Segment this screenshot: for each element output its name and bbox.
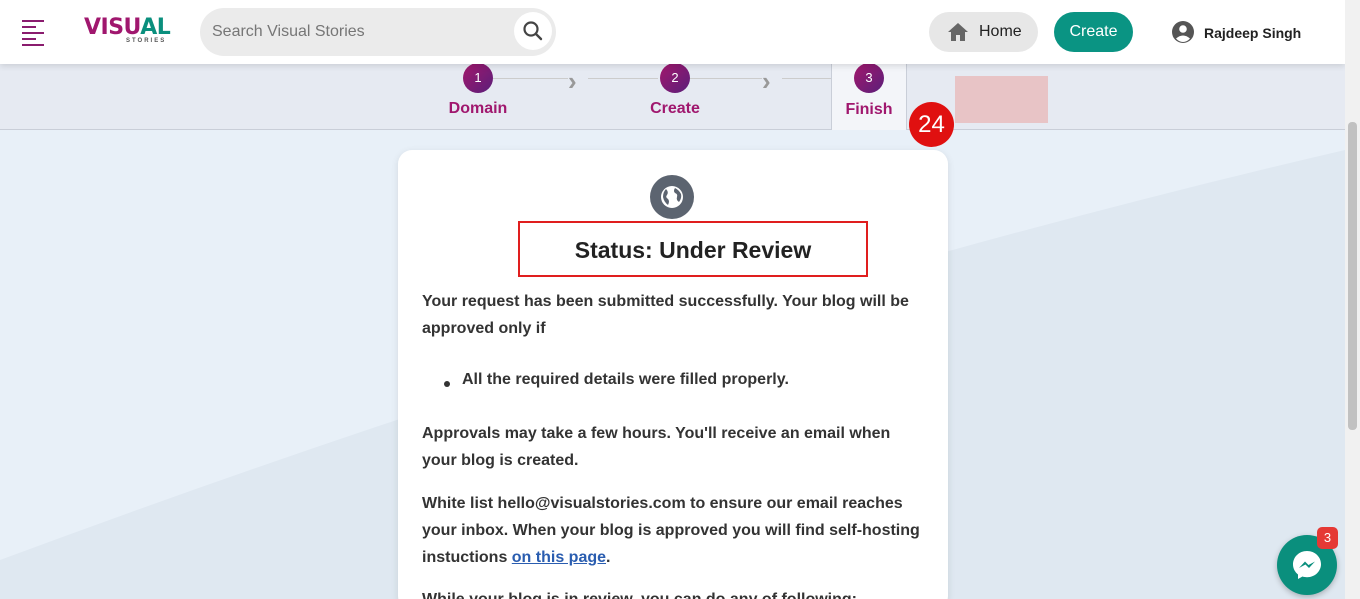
whitelist-suffix: . <box>606 549 611 566</box>
home-button[interactable]: Home <box>929 12 1038 52</box>
search-input[interactable] <box>212 20 502 44</box>
status-highlight-box: Status: Under Review <box>518 221 868 277</box>
create-button[interactable]: Create <box>1054 12 1133 52</box>
redacted-region <box>955 76 1048 123</box>
whitelist-text: White list hello@visualstories.com to en… <box>422 495 920 566</box>
whitelist-message: White list hello@visualstories.com to en… <box>422 490 922 571</box>
step-create[interactable]: 2 Create <box>640 63 710 118</box>
step-label: Finish <box>845 101 893 118</box>
step-label: Create <box>650 100 700 117</box>
review-options-message: While your blog is in review, you can do… <box>422 586 922 599</box>
messenger-notification-badge: 3 <box>1317 527 1338 549</box>
step-domain[interactable]: 1 Domain <box>443 63 513 118</box>
user-name: Rajdeep Singh <box>1204 25 1302 41</box>
step-number: 2 <box>660 63 690 93</box>
home-label: Home <box>979 23 1022 40</box>
page-scrollbar[interactable] <box>1345 0 1360 599</box>
logo-text-b: AL <box>140 15 171 40</box>
globe-icon <box>650 175 694 219</box>
hamburger-menu-icon[interactable] <box>22 20 48 46</box>
step-number: 3 <box>854 63 884 93</box>
approval-message: Approvals may take a few hours. You'll r… <box>422 425 891 469</box>
home-icon <box>948 23 968 41</box>
step-connector <box>493 78 568 79</box>
requirement-item: All the required details were filled pro… <box>462 371 789 388</box>
step-number: 1 <box>463 63 493 93</box>
scrollbar-thumb[interactable] <box>1348 122 1357 430</box>
chevron-right-icon: › <box>762 66 771 96</box>
messenger-icon <box>1293 551 1321 579</box>
top-navbar: VISUAL STORIES Home Create Rajdeep Singh <box>0 0 1345 64</box>
search-icon <box>523 21 543 41</box>
bullet-dot <box>444 381 450 387</box>
logo-text-a: VISU <box>84 15 141 40</box>
step-finish[interactable]: 3 Finish <box>831 63 907 130</box>
search-button[interactable] <box>514 12 552 50</box>
visual-stories-logo[interactable]: VISUAL STORIES <box>84 15 171 50</box>
step-connector <box>690 78 762 79</box>
submission-message: Your request has been submitted successf… <box>422 293 909 337</box>
logo-sub: STORIES <box>126 38 167 44</box>
this-page-link[interactable]: on this page <box>512 549 606 566</box>
annotation-step-badge: 24 <box>909 102 954 147</box>
status-title: Status: Under Review <box>574 237 812 263</box>
status-card: Status: Under Review Your request has be… <box>398 150 948 599</box>
step-label: Domain <box>448 100 508 117</box>
progress-steps: 1 Domain › 2 Create › 3 Finish <box>0 63 1345 130</box>
chevron-right-icon: › <box>568 66 577 96</box>
user-avatar-icon <box>1172 21 1194 43</box>
search-bar <box>200 8 556 56</box>
